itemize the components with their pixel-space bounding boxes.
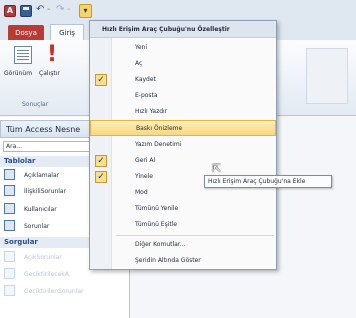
ribbon-right-group: [306, 48, 348, 104]
menu-item-refresh-all[interactable]: Tümünü Yenile: [90, 201, 276, 217]
menu-item-save[interactable]: ✓ Kaydet: [90, 72, 276, 88]
menu-item-spelling[interactable]: Yazım Denetimi: [90, 137, 276, 153]
menu-item-label: Aç: [135, 60, 143, 67]
chevron-down-icon: ▾: [83, 6, 88, 15]
menu-item-new[interactable]: Yeni: [90, 40, 276, 56]
menu-title: Hızlı Erişim Araç Çubuğu'nu Özelleştir: [90, 21, 276, 38]
menu-item-quick-print[interactable]: Hızlı Yazdır: [90, 104, 276, 120]
undo-icon[interactable]: ↶: [36, 4, 44, 16]
menu-item-show-below-ribbon[interactable]: Şeridin Altında Göster: [90, 253, 276, 269]
tab-home[interactable]: Giriş: [50, 24, 84, 41]
view-icon[interactable]: [14, 46, 32, 64]
results-group-label: Sonuçlar: [22, 101, 49, 108]
title-bar: [0, 0, 356, 22]
nav-item-label: Sorunlar: [24, 223, 50, 230]
menu-item-label: Yinele: [135, 173, 153, 180]
check-icon: ✓: [95, 155, 107, 167]
customize-quick-access-button[interactable]: ▾: [79, 4, 92, 18]
menu-item-label: Yazım Denetimi: [135, 141, 182, 148]
nav-item-query[interactable]: GeciktirilecekA: [4, 268, 128, 282]
menu-item-print-preview[interactable]: Baskı Önizleme: [90, 120, 276, 136]
menu-item-more-commands[interactable]: Diğer Komutlar...: [90, 237, 276, 253]
menu-item-undo[interactable]: ✓ Geri Al: [90, 153, 276, 169]
save-icon[interactable]: [20, 5, 32, 17]
nav-item-label: AçıkSorunlar: [24, 254, 62, 261]
table-icon: [4, 220, 15, 231]
menu-item-label: Baskı Önizleme: [136, 125, 183, 132]
mouse-pointer-icon: ⇱: [212, 162, 222, 175]
nav-item-label: İlişkiliSorunlar: [24, 188, 67, 195]
table-icon: [4, 169, 15, 180]
menu-item-label: E-posta: [135, 92, 158, 99]
table-icon: [4, 185, 15, 196]
nav-item-label: GeciktirilenSorunlar: [24, 288, 84, 295]
menu-item-label: Şeridin Altında Göster: [135, 257, 201, 264]
tooltip: Hızlı Erişim Araç Çubuğu'na Ekle: [204, 175, 332, 188]
nav-item-query[interactable]: GeciktirilenSorunlar: [4, 285, 128, 299]
check-icon: ✓: [95, 171, 107, 183]
menu-separator: [116, 235, 274, 236]
menu-item-open[interactable]: Aç: [90, 56, 276, 72]
query-icon: [4, 285, 15, 296]
query-icon: [4, 268, 15, 279]
run-button-label[interactable]: Çalıştır: [39, 70, 60, 77]
access-logo-icon[interactable]: A: [4, 5, 16, 17]
redo-icon[interactable]: ↷: [56, 4, 64, 16]
redo-dropdown[interactable]: -: [67, 4, 71, 16]
menu-item-email[interactable]: E-posta: [90, 88, 276, 104]
menu-item-label: Diğer Komutlar...: [135, 241, 186, 248]
menu-item-sync-all[interactable]: Tümünü Eşitle: [90, 217, 276, 233]
menu-item-label: Kaydet: [135, 76, 156, 83]
view-button-label[interactable]: Görünüm: [4, 70, 32, 77]
nav-item-label: GeciktirilecekA: [24, 271, 69, 278]
run-icon[interactable]: !: [47, 44, 57, 66]
menu-item-label: Geri Al: [135, 157, 156, 164]
menu-item-label: Yeni: [135, 44, 148, 51]
menu-item-label: Tümünü Eşitle: [135, 221, 178, 228]
query-icon: [4, 251, 15, 262]
check-icon: ✓: [95, 74, 107, 86]
tab-file[interactable]: Dosya: [8, 25, 44, 41]
table-icon: [4, 203, 15, 214]
menu-item-label: Hızlı Yazdır: [135, 108, 168, 115]
menu-item-label: Tümünü Yenile: [135, 205, 179, 212]
menu-item-label: Mod: [135, 189, 148, 196]
nav-item-label: Açıklamalar: [24, 172, 60, 179]
undo-dropdown[interactable]: -: [47, 4, 51, 16]
nav-item-label: Kullanıcılar: [24, 206, 57, 213]
